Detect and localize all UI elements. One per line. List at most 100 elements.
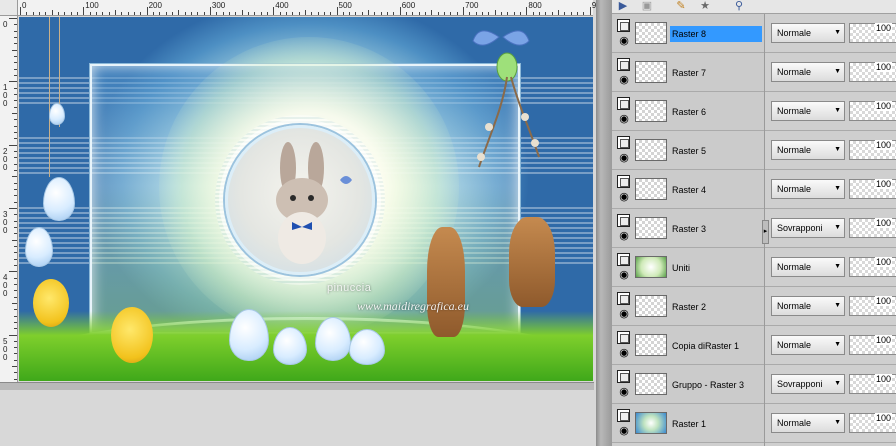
- chevron-down-icon[interactable]: ▼: [834, 180, 841, 198]
- opacity-field[interactable]: 100: [849, 62, 896, 82]
- layer-name[interactable]: Raster 4: [670, 182, 708, 198]
- ruler-minor-tick: [133, 12, 135, 15]
- layer-name[interactable]: Raster 8: [670, 26, 762, 42]
- ruler-minor-tick: [564, 12, 566, 15]
- watermark-bottom: www.maidiregrafica.eu: [357, 299, 469, 313]
- layer-row[interactable]: ◉ Gruppo - Raster 3: [612, 365, 764, 404]
- eye-icon[interactable]: ◉: [616, 190, 632, 204]
- layer-name[interactable]: Raster 1: [670, 416, 708, 432]
- blend-mode-select[interactable]: Normale ▼: [771, 413, 845, 433]
- panel-expander-icon[interactable]: ▸: [762, 220, 769, 244]
- panel-divider[interactable]: [596, 0, 612, 446]
- chevron-down-icon[interactable]: ▼: [834, 297, 841, 315]
- adjust-layer-icon[interactable]: ✎: [672, 0, 690, 13]
- layer-name[interactable]: Copia diRaster 1: [670, 338, 741, 354]
- chevron-down-icon[interactable]: ▼: [834, 141, 841, 159]
- blend-mode-select[interactable]: Normale ▼: [771, 257, 845, 277]
- blend-mode-select[interactable]: Normale ▼: [771, 62, 845, 82]
- chevron-down-icon[interactable]: ▼: [834, 63, 841, 81]
- ruler-minor-tick: [14, 163, 17, 165]
- layer-thumbnail: [635, 100, 667, 122]
- eye-icon[interactable]: ◉: [616, 112, 632, 126]
- hanging-egg: [49, 103, 65, 125]
- ruler-minor-tick: [159, 12, 161, 15]
- eye-icon[interactable]: ◉: [616, 34, 632, 48]
- chevron-down-icon[interactable]: ▼: [834, 336, 841, 354]
- chevron-down-icon[interactable]: ▼: [834, 102, 841, 120]
- mask-icon[interactable]: ▣: [638, 0, 656, 13]
- blend-mode-select[interactable]: Normale ▼: [771, 101, 845, 121]
- blend-mode-select[interactable]: Normale ▼: [771, 179, 845, 199]
- opacity-field[interactable]: 100: [849, 335, 896, 355]
- layer-row[interactable]: ◉ Raster 4: [612, 170, 764, 209]
- layer-row[interactable]: ◉ Raster 3: [612, 209, 764, 248]
- opacity-field[interactable]: 100: [849, 23, 896, 43]
- eye-icon[interactable]: ◉: [616, 424, 632, 438]
- eye-icon[interactable]: ◉: [616, 151, 632, 165]
- opacity-value: 100: [874, 179, 892, 189]
- opacity-field[interactable]: 100: [849, 218, 896, 238]
- eye-icon[interactable]: ◉: [616, 385, 632, 399]
- ruler-minor-tick: [14, 43, 17, 45]
- blend-mode-value: Normale: [777, 28, 812, 38]
- horizontal-ruler: 0100200300400500600700800900: [18, 0, 648, 16]
- layer-name[interactable]: Raster 2: [670, 299, 708, 315]
- layer-row[interactable]: ◉ Raster 5: [612, 131, 764, 170]
- layer-row[interactable]: ◉ Raster 7: [612, 53, 764, 92]
- opacity-field[interactable]: 100: [849, 140, 896, 160]
- opacity-field[interactable]: 100: [849, 257, 896, 277]
- eye-icon[interactable]: ◉: [616, 346, 632, 360]
- layer-row[interactable]: ◉ Raster 1: [612, 404, 764, 443]
- eye-icon[interactable]: ◉: [616, 229, 632, 243]
- ruler-minor-tick: [14, 220, 17, 222]
- ruler-minor-tick: [228, 12, 230, 15]
- chevron-down-icon[interactable]: ▼: [834, 414, 841, 432]
- layer-row[interactable]: ◉ Raster 6: [612, 92, 764, 131]
- layer-row[interactable]: ◉ Raster 2: [612, 287, 764, 326]
- ruler-minor-tick: [102, 12, 104, 15]
- ruler-minor-tick: [425, 12, 427, 15]
- opacity-field[interactable]: 100: [849, 374, 896, 394]
- layer-name[interactable]: Gruppo - Raster 3: [670, 377, 746, 393]
- blend-mode-select[interactable]: Sovrapponi ▼: [771, 374, 845, 394]
- ruler-minor-tick: [14, 201, 17, 203]
- ruler-minor-tick: [14, 252, 17, 254]
- layer-row[interactable]: ◉ Raster 8: [612, 14, 764, 53]
- layer-name[interactable]: Raster 7: [670, 65, 708, 81]
- eye-icon[interactable]: ◉: [616, 73, 632, 87]
- ruler-minor-tick: [12, 112, 17, 114]
- layer-name[interactable]: Uniti: [670, 260, 692, 276]
- canvas-area: 0100200300400500600700800900 01002003004…: [0, 0, 648, 446]
- ruler-minor-tick: [361, 12, 363, 15]
- blend-mode-select[interactable]: Normale ▼: [771, 335, 845, 355]
- image-canvas[interactable]: pinuccia www.maidiregrafica.eu: [19, 17, 593, 381]
- layer-name[interactable]: Raster 3: [670, 221, 708, 237]
- opacity-field[interactable]: 100: [849, 101, 896, 121]
- layer-row[interactable]: ◉ Copia diRaster 1: [612, 326, 764, 365]
- layer-name[interactable]: Raster 5: [670, 143, 708, 159]
- chevron-down-icon[interactable]: ▼: [834, 375, 841, 393]
- layer-properties-row: Normale ▼ 100: [765, 131, 896, 170]
- blend-mode-select[interactable]: Normale ▼: [771, 23, 845, 43]
- eye-icon[interactable]: ◉: [616, 268, 632, 282]
- ruler-minor-tick: [14, 55, 17, 57]
- chevron-down-icon[interactable]: ▼: [834, 258, 841, 276]
- layer-name[interactable]: Raster 6: [670, 104, 708, 120]
- ruler-minor-tick: [14, 62, 17, 64]
- canvas-scrollbar[interactable]: [0, 382, 594, 390]
- opacity-field[interactable]: 100: [849, 296, 896, 316]
- chevron-down-icon[interactable]: ▼: [834, 219, 841, 237]
- blend-mode-select[interactable]: Normale ▼: [771, 140, 845, 160]
- new-layer-icon[interactable]: ▶: [614, 0, 632, 13]
- opacity-field[interactable]: 100: [849, 179, 896, 199]
- chevron-down-icon[interactable]: ▼: [834, 24, 841, 42]
- eye-icon[interactable]: ◉: [616, 307, 632, 321]
- vector-layer-icon[interactable]: ★: [696, 0, 714, 13]
- layer-properties-row: Normale ▼ 100: [765, 404, 896, 443]
- blend-mode-select[interactable]: Normale ▼: [771, 296, 845, 316]
- ruler-minor-tick: [494, 10, 496, 15]
- link-icon[interactable]: ⚲: [730, 0, 748, 13]
- layer-row[interactable]: ◉ Uniti: [612, 248, 764, 287]
- opacity-field[interactable]: 100: [849, 413, 896, 433]
- blend-mode-select[interactable]: Sovrapponi ▼: [771, 218, 845, 238]
